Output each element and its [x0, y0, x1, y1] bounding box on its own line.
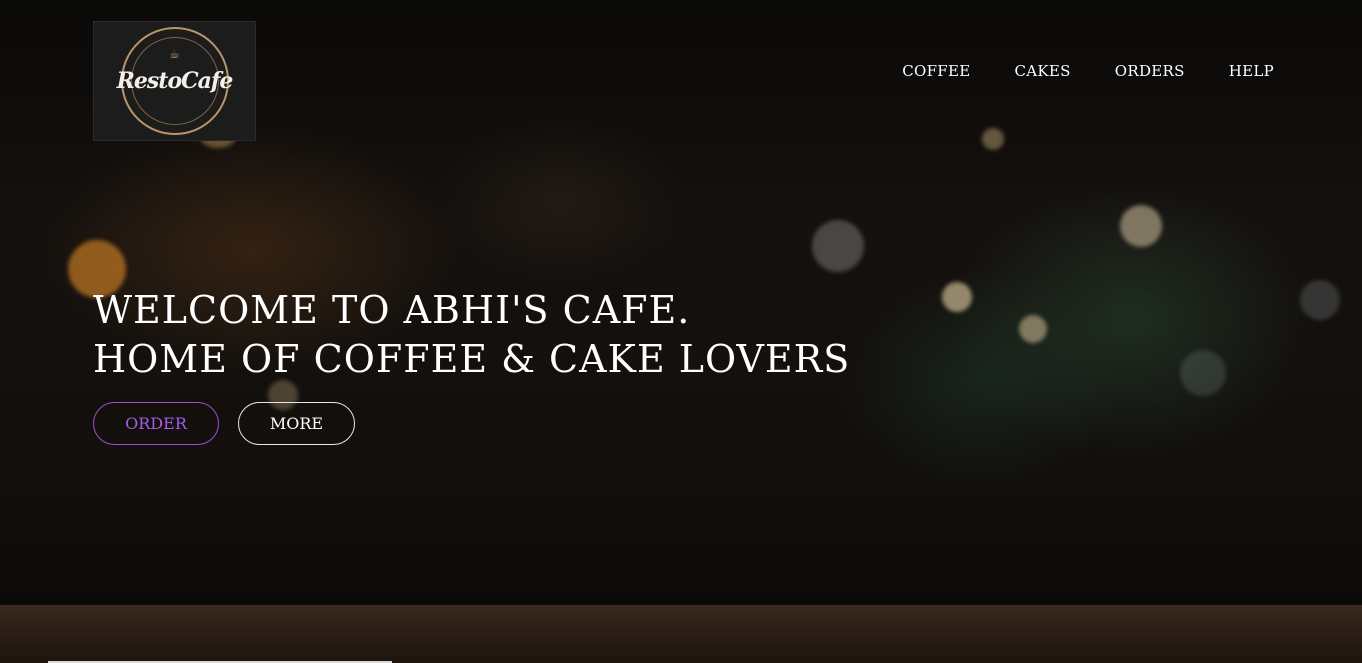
logo[interactable]: ☕ RestoCafe — [93, 21, 256, 141]
nav-item-help[interactable]: HELP — [1229, 62, 1274, 80]
nav-item-orders[interactable]: ORDERS — [1115, 62, 1185, 80]
bokeh-light — [1180, 350, 1226, 396]
nav-item-coffee[interactable]: COFFEE — [902, 62, 970, 80]
bokeh-light — [812, 220, 864, 272]
logo-badge: ☕ RestoCafe — [117, 27, 233, 135]
bokeh-light — [1120, 205, 1162, 247]
hero-headline-line1: WELCOME TO ABHI'S CAFE. — [93, 288, 691, 332]
more-button[interactable]: MORE — [238, 402, 355, 445]
bokeh-light — [942, 282, 972, 312]
bokeh-light — [1019, 315, 1047, 343]
coffee-cup-icon: ☕ — [169, 47, 180, 61]
bokeh-light — [1300, 280, 1340, 320]
wooden-table-surface — [0, 605, 1362, 663]
hero-section: ☕ RestoCafe COFFEE CAKES ORDERS HELP WEL… — [0, 0, 1362, 663]
bokeh-light — [982, 128, 1004, 150]
main-nav: COFFEE CAKES ORDERS HELP — [902, 62, 1274, 80]
order-button[interactable]: ORDER — [93, 402, 219, 445]
hero-headline: WELCOME TO ABHI'S CAFE. HOME OF COFFEE &… — [93, 286, 850, 384]
nav-item-cakes[interactable]: CAKES — [1015, 62, 1071, 80]
hero-headline-line2: HOME OF COFFEE & CAKE LOVERS — [93, 337, 851, 381]
logo-text: RestoCafe — [116, 68, 234, 94]
